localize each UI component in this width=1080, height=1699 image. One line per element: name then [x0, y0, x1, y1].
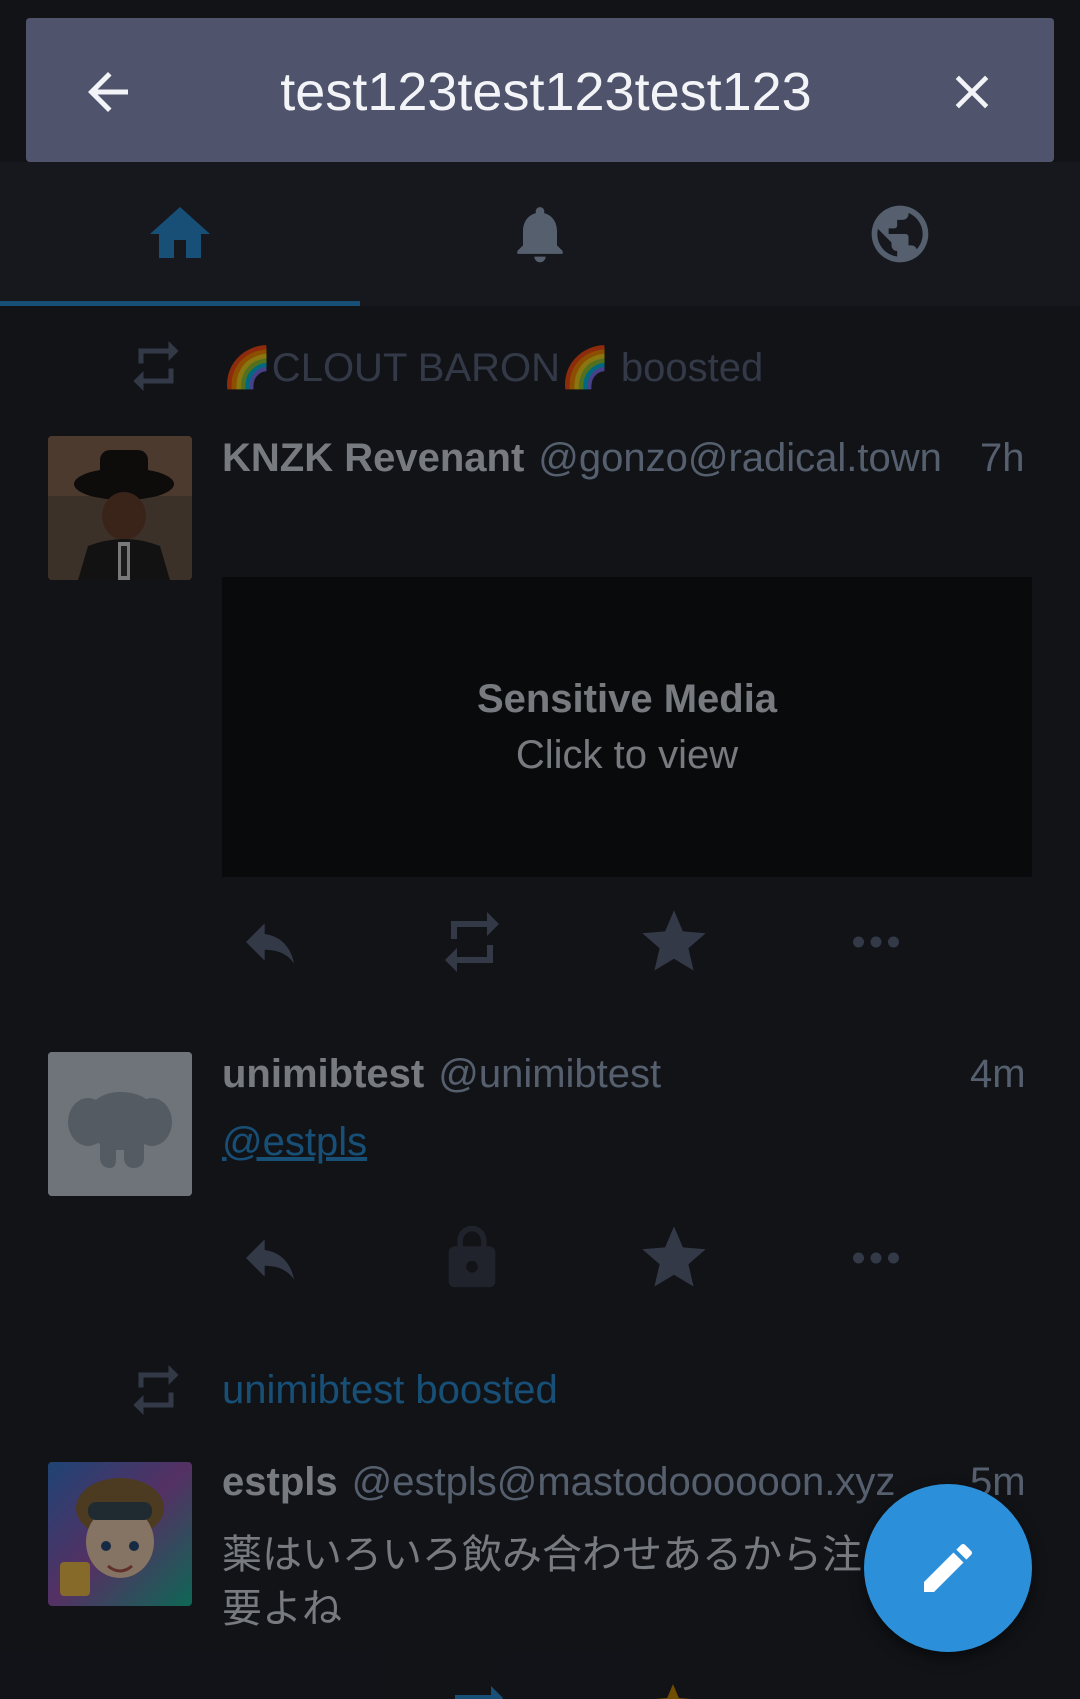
- reply-icon: [246, 1239, 294, 1280]
- display-name[interactable]: unimibtest: [222, 1052, 424, 1097]
- pencil-icon: [924, 1543, 973, 1592]
- more-icon: [853, 1252, 899, 1264]
- boost-locked-button[interactable]: [432, 1218, 512, 1298]
- boost-icon: [455, 1686, 503, 1699]
- avatar[interactable]: [48, 1052, 192, 1196]
- favourite-button[interactable]: [648, 1680, 698, 1699]
- star-icon: [642, 1226, 706, 1287]
- reply-button[interactable]: [230, 1218, 310, 1298]
- avatar[interactable]: [48, 436, 192, 580]
- favourite-button[interactable]: [634, 902, 714, 982]
- boost-label: unimibtest boosted: [222, 1368, 558, 1412]
- tab-federated[interactable]: [720, 162, 1080, 306]
- star-icon: [655, 1684, 691, 1699]
- account-handle[interactable]: @gonzo@radical.town: [538, 436, 942, 481]
- boost-label: 🌈CLOUT BARON🌈 boosted: [222, 346, 764, 390]
- back-button[interactable]: [56, 40, 160, 144]
- boost-button[interactable]: [432, 902, 512, 982]
- timestamp[interactable]: 7h: [980, 436, 1025, 481]
- timestamp[interactable]: 4m: [970, 1052, 1026, 1097]
- more-icon: [853, 936, 899, 948]
- display-name[interactable]: KNZK Revenant: [222, 436, 524, 481]
- account-handle[interactable]: @estpls@mastodoooooon.xyz: [352, 1460, 896, 1505]
- home-icon: [150, 207, 210, 258]
- account-handle[interactable]: @unimibtest: [438, 1052, 661, 1097]
- sensitive-media[interactable]: Sensitive Media Click to view: [222, 577, 1032, 877]
- sensitive-media-title: Sensitive Media: [476, 677, 778, 721]
- arrow-left-icon: [88, 72, 128, 112]
- search-input[interactable]: test123test123test123: [196, 50, 896, 134]
- more-button[interactable]: [836, 1218, 916, 1298]
- boost-icon: [126, 336, 186, 401]
- sensitive-media-subtitle: Click to view: [515, 733, 739, 777]
- reply-button[interactable]: [230, 902, 310, 982]
- boost-icon: [445, 912, 499, 972]
- tab-home[interactable]: [0, 162, 360, 306]
- status-card[interactable]: unimibtest @unimibtest 4m @estpls: [0, 1018, 1080, 1331]
- globe-icon: [871, 205, 929, 263]
- tab-notifications[interactable]: [360, 162, 720, 306]
- boost-button[interactable]: [440, 1680, 510, 1699]
- reply-icon: [246, 923, 294, 964]
- lock-icon: [448, 1225, 496, 1288]
- more-button[interactable]: [836, 902, 916, 982]
- boost-icon: [126, 1360, 186, 1425]
- close-icon: [955, 75, 989, 109]
- status-card[interactable]: 🌈CLOUT BARON🌈 boosted KNZK Revenant @gon…: [0, 306, 1080, 1019]
- tab-bar: [0, 162, 1080, 306]
- avatar[interactable]: [48, 1462, 192, 1606]
- star-icon: [642, 910, 706, 971]
- display-name[interactable]: estpls: [222, 1460, 338, 1505]
- favourite-button[interactable]: [634, 1218, 714, 1298]
- bell-icon: [517, 207, 563, 263]
- compose-button[interactable]: [864, 1484, 1032, 1652]
- clear-search-button[interactable]: [920, 40, 1024, 144]
- mention-link[interactable]: @estpls: [222, 1120, 367, 1165]
